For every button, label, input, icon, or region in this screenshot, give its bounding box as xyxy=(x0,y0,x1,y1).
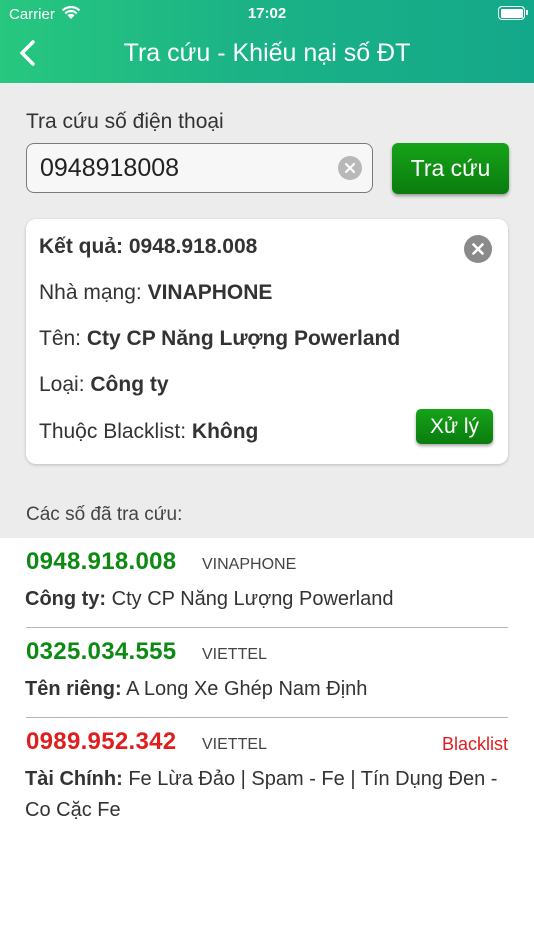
result-carrier-label: Nhà mạng: xyxy=(39,281,142,304)
clear-input-icon[interactable] xyxy=(338,156,362,180)
history-category: Công ty: xyxy=(25,588,107,610)
app-header: Carrier 17:02 Tra cứu - Khiếu nại số ĐT xyxy=(0,0,534,83)
result-carrier: Nhà mạng: VINAPHONE xyxy=(39,281,272,305)
result-type-label: Loại: xyxy=(39,373,85,396)
status-bar: Carrier 17:02 xyxy=(0,0,534,28)
history-phone: 0948.918.008 xyxy=(26,548,177,575)
result-title-label: Kết quả: xyxy=(39,235,123,258)
result-blacklist: Thuộc Blacklist: Không xyxy=(39,420,258,444)
result-blacklist-value: Không xyxy=(191,420,259,443)
result-name-value: Cty CP Năng Lượng Powerland xyxy=(86,327,401,350)
process-button[interactable]: Xử lý xyxy=(416,409,493,444)
result-blacklist-label: Thuộc Blacklist: xyxy=(39,420,187,443)
history-item[interactable]: 0989.952.342 VIETTEL Blacklist Tài Chính… xyxy=(25,718,508,838)
history-text: Cty CP Năng Lượng Powerland xyxy=(111,588,394,610)
result-type: Loại: Công ty xyxy=(39,373,169,397)
result-carrier-value: VINAPHONE xyxy=(147,281,273,304)
result-name-label: Tên: xyxy=(39,327,82,350)
phone-input[interactable] xyxy=(40,154,330,182)
search-label: Tra cứu số điện thoại xyxy=(26,110,224,133)
history-description: Công ty: Cty CP Năng Lượng Powerland xyxy=(25,580,508,627)
history-description: Tài Chính: Fe Lừa Đảo | Spam - Fe | Tín … xyxy=(25,760,508,838)
blacklist-badge: Blacklist xyxy=(441,734,508,754)
history-text: A Long Xe Ghép Nam Định xyxy=(126,678,368,700)
history-item[interactable]: 0325.034.555 VIETTEL Tên riêng: A Long X… xyxy=(25,628,508,718)
status-time: 17:02 xyxy=(247,5,287,22)
battery-icon xyxy=(498,6,528,20)
result-title: Kết quả: 0948.918.008 xyxy=(39,235,257,259)
history-carrier: VINAPHONE xyxy=(202,556,297,573)
result-name: Tên: Cty CP Năng Lượng Powerland xyxy=(39,327,400,351)
close-result-icon[interactable] xyxy=(464,235,492,263)
history-description: Tên riêng: A Long Xe Ghép Nam Định xyxy=(25,670,508,717)
history-list: 0948.918.008 VINAPHONE Công ty: Cty CP N… xyxy=(0,538,534,838)
page-title: Tra cứu - Khiếu nại số ĐT xyxy=(123,39,411,67)
phone-input-box xyxy=(26,143,373,193)
result-title-value: 0948.918.008 xyxy=(128,235,258,258)
search-button[interactable]: Tra cứu xyxy=(392,143,509,194)
nav-bar: Tra cứu - Khiếu nại số ĐT xyxy=(0,28,534,80)
history-item[interactable]: 0948.918.008 VINAPHONE Công ty: Cty CP N… xyxy=(25,538,508,628)
history-category: Tài Chính: xyxy=(25,768,123,790)
result-card: Kết quả: 0948.918.008 Nhà mạng: VINAPHON… xyxy=(26,219,508,464)
search-section: Tra cứu số điện thoại Tra cứu Kết quả: 0… xyxy=(0,83,534,538)
result-type-value: Công ty xyxy=(90,373,169,396)
history-phone: 0989.952.342 xyxy=(26,728,177,755)
history-carrier: VIETTEL xyxy=(202,736,267,753)
history-category: Tên riêng: xyxy=(25,678,122,700)
history-carrier: VIETTEL xyxy=(202,646,267,663)
history-phone: 0325.034.555 xyxy=(26,638,177,665)
history-label: Các số đã tra cứu: xyxy=(26,504,183,525)
